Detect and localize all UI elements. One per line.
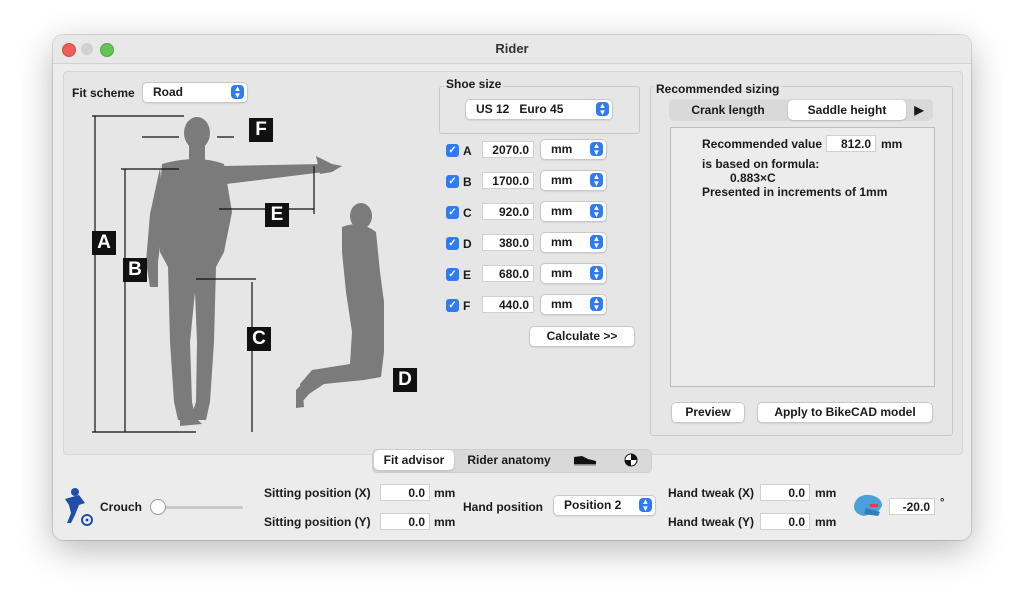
letter-b-label: B — [123, 258, 147, 282]
sitting-x-label: Sitting position (X) — [264, 486, 371, 500]
hand-position-select[interactable]: Position 2 ▲ ▼ — [553, 495, 656, 516]
sitting-x-unit: mm — [434, 486, 456, 500]
head-angle-input[interactable]: -20.0 — [889, 498, 935, 515]
letter-f-label: F — [249, 118, 273, 142]
shoe-icon — [574, 456, 596, 466]
rider-window: Rider Fit scheme Road ▲ ▼ A B C D E F Sh… — [53, 35, 971, 540]
increments-text: Presented in increments of 1mm — [702, 185, 888, 199]
letter-c-label: C — [247, 327, 271, 351]
measurement-e-input[interactable]: 680.0 — [482, 265, 534, 282]
shoe-size-value: US 12 Euro 45 — [476, 102, 564, 116]
unit-select-e[interactable]: mm ▲ ▼ — [540, 263, 607, 284]
sitting-y-unit: mm — [434, 515, 456, 529]
unit-select-b[interactable]: mm ▲ ▼ — [540, 170, 607, 191]
hand-position-value: Position 2 — [564, 498, 622, 512]
head-angle-unit: ° — [940, 497, 945, 509]
head-icon — [854, 494, 882, 516]
measurement-f-input[interactable]: 440.0 — [482, 296, 534, 313]
unit-value: mm — [551, 297, 573, 311]
unit-select-a[interactable]: mm ▲ ▼ — [540, 139, 607, 160]
unit-value: mm — [551, 235, 573, 249]
letter-a-label: A — [92, 231, 116, 255]
tab-shoe[interactable] — [565, 450, 605, 470]
checkbox-f[interactable]: ✓ — [446, 299, 459, 312]
unit-select-f[interactable]: mm ▲ ▼ — [540, 294, 607, 315]
recommended-value-field: 812.0 — [826, 135, 876, 152]
measurement-letter-f: F — [463, 299, 471, 313]
cyclist-icon — [65, 488, 93, 526]
shoe-size-select[interactable]: US 12 Euro 45 ▲ ▼ — [465, 99, 613, 120]
formula-text: 0.883×C — [730, 171, 776, 185]
unit-value: mm — [551, 173, 573, 187]
letter-d-label: D — [393, 368, 417, 392]
calculate-button[interactable]: Calculate >> — [529, 326, 635, 347]
measurement-letter-a: A — [463, 144, 472, 158]
chevron-updown-icon: ▲ ▼ — [639, 498, 652, 513]
chevron-updown-icon: ▲ ▼ — [231, 85, 244, 100]
sitting-y-input[interactable]: 0.0 — [380, 513, 430, 530]
crouch-slider-track[interactable] — [153, 506, 243, 509]
fit-advisor-panel: Fit scheme Road ▲ ▼ A B C D E F Shoe siz… — [63, 71, 963, 455]
chevron-updown-icon: ▲ ▼ — [590, 173, 603, 188]
fit-scheme-value: Road — [153, 85, 183, 99]
sitting-x-input[interactable]: 0.0 — [380, 484, 430, 501]
tab-rider-anatomy[interactable]: Rider anatomy — [459, 450, 559, 470]
checkbox-a[interactable]: ✓ — [446, 144, 459, 157]
saddle-height-panel: Recommended value 812.0 mm is based on f… — [670, 127, 935, 387]
checkbox-d[interactable]: ✓ — [446, 237, 459, 250]
measurement-b-input[interactable]: 1700.0 — [482, 172, 534, 189]
measurement-letter-d: D — [463, 237, 472, 251]
fit-scheme-label: Fit scheme — [72, 86, 135, 100]
measurement-letter-e: E — [463, 268, 472, 282]
checkbox-c[interactable]: ✓ — [446, 206, 459, 219]
formula-label: is based on formula: — [702, 157, 820, 171]
tab-center-of-mass[interactable] — [613, 450, 649, 470]
unit-value: mm — [551, 266, 573, 280]
tab-fit-advisor[interactable]: Fit advisor — [374, 450, 454, 470]
hand-tweak-x-input[interactable]: 0.0 — [760, 484, 810, 501]
checkbox-e[interactable]: ✓ — [446, 268, 459, 281]
tab-scroll-right-icon[interactable]: ▶ — [910, 100, 928, 120]
tab-crank-length[interactable]: Crank length — [676, 100, 780, 120]
hand-position-label: Hand position — [463, 500, 543, 514]
center-of-mass-icon — [624, 453, 638, 467]
measurement-letter-b: B — [463, 175, 472, 189]
recommended-sizing-label: Recommended sizing — [654, 82, 782, 96]
window-title: Rider — [495, 41, 529, 56]
kneeling-figure-icon — [296, 203, 384, 408]
sitting-y-label: Sitting position (Y) — [264, 515, 371, 529]
apply-to-bikecad-button[interactable]: Apply to BikeCAD model — [757, 402, 933, 423]
shoe-size-label: Shoe size — [444, 77, 504, 91]
measurement-c-input[interactable]: 920.0 — [482, 203, 534, 220]
chevron-updown-icon: ▲ ▼ — [590, 204, 603, 219]
unit-value: mm — [551, 204, 573, 218]
measurement-a-input[interactable]: 2070.0 — [482, 141, 534, 158]
recommended-value-label: Recommended value — [702, 137, 823, 151]
unit-select-d[interactable]: mm ▲ ▼ — [540, 232, 607, 253]
chevron-updown-icon: ▲ ▼ — [596, 102, 609, 117]
checkbox-b[interactable]: ✓ — [446, 175, 459, 188]
letter-e-label: E — [265, 203, 289, 227]
tab-saddle-height[interactable]: Saddle height — [788, 100, 906, 120]
hand-tweak-y-label: Hand tweak (Y) — [668, 515, 755, 529]
fit-scheme-select[interactable]: Road ▲ ▼ — [142, 82, 248, 103]
crouch-label: Crouch — [100, 500, 142, 514]
measurement-letter-c: C — [463, 206, 472, 220]
hand-tweak-x-label: Hand tweak (X) — [668, 486, 755, 500]
hand-tweak-y-input[interactable]: 0.0 — [760, 513, 810, 530]
chevron-updown-icon: ▲ ▼ — [590, 297, 603, 312]
measurement-d-input[interactable]: 380.0 — [482, 234, 534, 251]
hand-tweak-x-unit: mm — [815, 486, 837, 500]
unit-select-c[interactable]: mm ▲ ▼ — [540, 201, 607, 222]
title-bar: Rider — [53, 35, 971, 64]
unit-value: mm — [551, 142, 573, 156]
hand-tweak-y-unit: mm — [815, 515, 837, 529]
chevron-updown-icon: ▲ ▼ — [590, 235, 603, 250]
chevron-updown-icon: ▲ ▼ — [590, 266, 603, 281]
recommended-unit: mm — [881, 137, 903, 151]
chevron-updown-icon: ▲ ▼ — [590, 142, 603, 157]
preview-button[interactable]: Preview — [671, 402, 745, 423]
crouch-slider-thumb[interactable] — [150, 499, 166, 515]
